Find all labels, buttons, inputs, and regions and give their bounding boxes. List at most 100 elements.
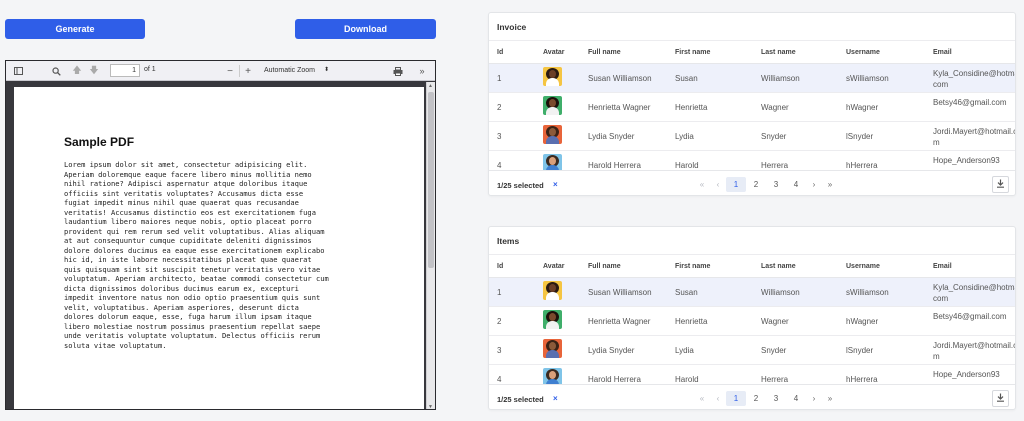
pdf-document-title: Sample PDF	[64, 135, 135, 149]
scrollbar-thumb[interactable]	[428, 92, 434, 268]
first-page-icon[interactable]: «	[694, 394, 710, 403]
page-button-2[interactable]: 2	[746, 177, 766, 192]
zoom-in-button[interactable]: +	[242, 65, 254, 77]
cell-email: Kyla_Considine@hotmail.com	[933, 283, 1016, 303]
scroll-down-arrow-icon[interactable]: ▼	[428, 404, 433, 409]
generate-button[interactable]: Generate	[5, 19, 145, 39]
pdf-page: Sample PDF Lorem ipsum dolor sit amet, c…	[14, 87, 424, 409]
search-icon[interactable]	[50, 65, 62, 77]
cell-email: Hope_Anderson93	[933, 370, 1000, 379]
first-page-icon[interactable]: «	[694, 180, 710, 189]
zoom-out-button[interactable]: −	[224, 65, 236, 77]
cell-first: Harold	[675, 161, 699, 170]
invoice-grid-footer: 1/25 selected × «‹ 1 2 3 4 ›»	[489, 170, 1015, 195]
prev-page-icon[interactable]: ‹	[710, 394, 726, 403]
column-header-full-name[interactable]: Full name	[588, 263, 621, 270]
page-button-3[interactable]: 3	[766, 391, 786, 406]
scroll-up-arrow-icon[interactable]: ▲	[428, 83, 433, 89]
items-grid-header: Id Avatar Full name First name Last name User…	[489, 254, 1015, 278]
page-button-1[interactable]: 1	[726, 177, 746, 192]
pdf-scrollbar[interactable]: ▲ ▼	[426, 82, 435, 409]
zoom-select[interactable]: Automatic Zoom ⬍	[261, 64, 333, 77]
cell-full: Henrietta Wagner	[588, 103, 651, 112]
pdf-text-line: veritatis! Accusamus distinctio eos est …	[64, 207, 316, 217]
page-button-4[interactable]: 4	[786, 177, 806, 192]
table-row[interactable]: 2 Henrietta Wagner Henrietta Wagner hWagner B…	[489, 307, 1015, 336]
last-page-icon[interactable]: »	[822, 180, 838, 189]
cell-email: Jordi.Mayert@hotmail.com	[933, 341, 1016, 361]
arrow-down-icon[interactable]: 🡇	[88, 65, 100, 77]
next-page-icon[interactable]: ›	[806, 394, 822, 403]
download-icon[interactable]	[992, 176, 1009, 193]
cell-id: 2	[497, 103, 502, 112]
avatar-face	[549, 313, 556, 321]
table-row[interactable]: 1 Susan Williamson Susan Williamson sWilliam…	[489, 278, 1016, 307]
pdf-text-line: fugiat impedit minus nihil quae quaerat …	[64, 198, 299, 207]
page-button-2[interactable]: 2	[746, 391, 766, 406]
page-number-input[interactable]: 1	[110, 64, 140, 77]
avatar-face	[549, 284, 556, 292]
table-row[interactable]: 3 Lydia Snyder Lydia Snyder lSnyder Jordi.May…	[489, 122, 1016, 151]
invoice-grid-header: Id Avatar Full name First name Last name User…	[489, 40, 1015, 64]
column-header-email[interactable]: Email	[933, 49, 952, 56]
pagination: «‹ 1 2 3 4 ›»	[694, 177, 838, 192]
cell-email: Betsy46@gmail.com	[933, 98, 1007, 107]
prev-page-icon[interactable]: ‹	[710, 180, 726, 189]
cell-id: 1	[497, 74, 502, 83]
next-page-icon[interactable]: ›	[806, 180, 822, 189]
sidebar-toggle-icon[interactable]	[12, 65, 24, 77]
cell-last: Williamson	[761, 74, 800, 83]
column-header-id[interactable]: Id	[497, 263, 503, 270]
pdf-text-line: Lorem ipsum dolor sit amet, consectetur …	[64, 160, 308, 169]
column-header-last-name[interactable]: Last name	[761, 49, 796, 56]
cell-user: hWagner	[846, 103, 879, 112]
cell-last: Snyder	[761, 132, 787, 141]
cell-user: sWilliamson	[846, 74, 889, 83]
column-header-email[interactable]: Email	[933, 263, 952, 270]
column-header-full-name[interactable]: Full name	[588, 49, 621, 56]
avatar-body	[546, 321, 559, 329]
table-row[interactable]: 4 Harold Herrera Harold Herrera hHerrera Hope…	[489, 151, 1015, 170]
column-header-first-name[interactable]: First name	[675, 49, 710, 56]
table-row[interactable]: 3 Lydia Snyder Lydia Snyder lSnyder Jordi.May…	[489, 336, 1016, 365]
column-header-first-name[interactable]: First name	[675, 263, 710, 270]
cell-id: 1	[497, 288, 502, 297]
page-button-3[interactable]: 3	[766, 177, 786, 192]
column-header-username[interactable]: Username	[846, 263, 880, 270]
cell-email: Jordi.Mayert@hotmail.com	[933, 127, 1016, 147]
avatar-body	[546, 136, 559, 144]
cell-full: Lydia Snyder	[588, 346, 635, 355]
table-row[interactable]: 2 Henrietta Wagner Henrietta Wagner hWagner B…	[489, 93, 1015, 122]
column-header-avatar[interactable]: Avatar	[543, 263, 565, 270]
pdf-text-line: dicta dignissimos doloribus ducimus earu…	[64, 283, 299, 293]
arrow-up-icon[interactable]: 🡅	[71, 65, 83, 77]
print-icon[interactable]	[392, 65, 404, 77]
cell-user: lSnyder	[846, 132, 874, 141]
cell-full: Harold Herrera	[588, 375, 641, 384]
page-button-4[interactable]: 4	[786, 391, 806, 406]
download-button[interactable]: Download	[295, 19, 436, 39]
avatar	[543, 67, 562, 86]
cell-id: 2	[497, 317, 502, 326]
cell-last: Herrera	[761, 375, 789, 384]
pdf-text-line: impedit inventore natus non odio optio p…	[64, 293, 321, 302]
avatar-face	[549, 371, 556, 379]
table-row[interactable]: 4 Harold Herrera Harold Herrera hHerrera Hope…	[489, 365, 1015, 384]
avatar	[543, 368, 562, 384]
avatar-face	[549, 99, 556, 107]
table-row[interactable]: 1 Susan Williamson Susan Williamson sWilliam…	[489, 64, 1015, 93]
last-page-icon[interactable]: »	[822, 394, 838, 403]
avatar-body	[546, 78, 559, 86]
column-header-username[interactable]: Username	[846, 49, 880, 56]
page-button-1[interactable]: 1	[726, 391, 746, 406]
tools-icon[interactable]: »	[416, 65, 428, 77]
column-header-id[interactable]: Id	[497, 49, 503, 56]
clear-icon[interactable]: ×	[553, 180, 558, 189]
selection-count: 1/25 selected	[497, 395, 544, 404]
download-icon[interactable]	[992, 390, 1009, 407]
avatar-face	[549, 70, 556, 78]
clear-icon[interactable]: ×	[553, 394, 558, 403]
column-header-avatar[interactable]: Avatar	[543, 49, 565, 56]
column-header-last-name[interactable]: Last name	[761, 263, 796, 270]
cell-user: lSnyder	[846, 346, 874, 355]
